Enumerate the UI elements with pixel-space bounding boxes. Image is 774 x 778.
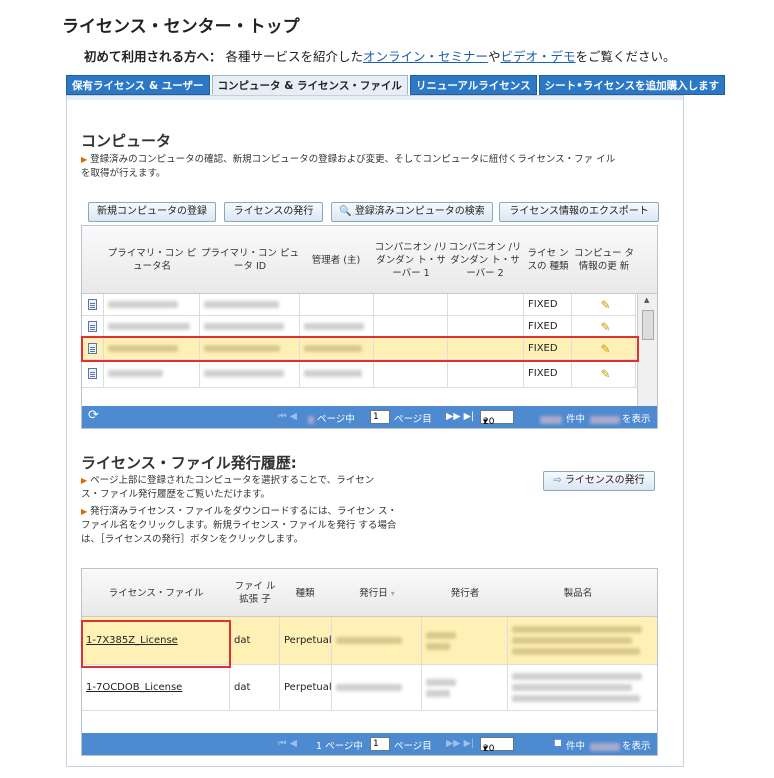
table-row[interactable]: FIXED ✎ [82, 294, 657, 316]
computers-heading: コンピュータ [81, 132, 172, 150]
search-computers-button[interactable]: 🔍 登録済みコンピュータの検索 [331, 202, 493, 222]
col-file-ext[interactable]: ファイ ル拡張 子 [230, 569, 280, 617]
col-admin[interactable]: 管理者 (主) [300, 226, 372, 294]
first-page-icon[interactable]: ⏮ ◀ [278, 411, 297, 422]
computers-table: プライマリ・コン ピュータ名 プライマリ・コン ピュータ ID 管理者 (主) … [81, 225, 658, 429]
col-product[interactable]: 製品名 [508, 569, 648, 617]
first-page-icon[interactable]: ⏮ ◀ [278, 738, 297, 749]
history-heading: ライセンス・ファイル発行履歴: [81, 454, 297, 472]
edit-pencil-icon[interactable]: ✎ [600, 367, 610, 381]
register-computer-button[interactable]: 新規コンピュータの登録 [88, 202, 216, 222]
next-page-icon[interactable]: ▶▶ ▶| [446, 411, 474, 422]
issue-license-button-2[interactable]: ⇨ ライセンスの発行 [543, 471, 655, 491]
sort-icon: ▾ [390, 588, 395, 598]
main-panel: コンピュータ ▶ 登録済みのコンピュータの確認、新規コンピュータの登録および変更、… [66, 95, 684, 767]
video-demo-link[interactable]: ビデオ・デモ [501, 49, 576, 64]
table-row[interactable]: FIXED ✎ [82, 360, 657, 388]
per-page-select[interactable]: 20 ▾ [480, 737, 514, 754]
table-row[interactable]: FIXED ✎ [82, 316, 657, 338]
page-number-input[interactable]: 1 [370, 737, 390, 751]
col-license-file[interactable]: ライセンス・ファイル [82, 569, 230, 617]
history-description-2: ▶ 発行済みライセンス・ファイルをダウンロードするには、ライセン ス・ファイル名を… [81, 506, 397, 545]
vertical-scrollbar[interactable]: ▲ [637, 294, 657, 410]
tab-add-seats[interactable]: シート•ライセンスを追加購入します [538, 75, 726, 95]
col-issuer[interactable]: 発行者 [422, 569, 508, 617]
col-companion-2[interactable]: コンパニオン /リダンダン ト・サーバー 2 [448, 226, 522, 294]
col-kind[interactable]: 種類 [280, 569, 330, 617]
document-icon[interactable] [88, 299, 97, 310]
col-license-type[interactable]: ライセ ンスの 種類 [524, 226, 572, 294]
export-license-info-button[interactable]: ライセンス情報のエクスポート [499, 202, 659, 222]
history-description-1: ▶ ページ上部に登録されたコンピュータを選択することで、ライセン ス・ファイル発行… [81, 475, 375, 500]
scroll-thumb[interactable] [642, 310, 654, 340]
computers-description: ▶ 登録済みのコンピュータの確認、新規コンピュータの登録および変更、そしてコンピュ… [81, 154, 616, 179]
tab-licenses-users[interactable]: 保有ライセンス & ユーザー [66, 75, 210, 95]
computers-pager: ⟳ ⏮ ◀ ページ中 1 ページ目 ▶▶ ▶| 20 ▾ 件中 を表示 [82, 406, 657, 428]
col-primary-name[interactable]: プライマリ・コン ピュータ名 [104, 226, 200, 294]
page-title: ライセンス・センター・トップ [62, 17, 300, 37]
selected-file-highlight [81, 620, 231, 668]
page-number-input[interactable]: 1 [370, 410, 390, 424]
document-icon[interactable] [88, 321, 97, 332]
edit-pencil-icon[interactable]: ✎ [600, 320, 610, 334]
col-update[interactable]: コンピュー タ情報の更 新 [572, 226, 636, 294]
issue-icon: ⇨ [553, 475, 562, 486]
history-pager: ⏮ ◀ 1 ページ中 1 ページ目 ▶▶ ▶| 20 ▾ ■ 件中 を表示 [82, 733, 657, 755]
online-seminar-link[interactable]: オンライン・セミナー [363, 49, 488, 64]
refresh-icon[interactable]: ⟳ [88, 408, 99, 423]
chevron-down-icon: ▾ [483, 417, 488, 427]
tab-renewal[interactable]: リニューアルライセンス [409, 75, 537, 95]
table-row[interactable]: 1-7OCDOB_License dat Perpetual [82, 665, 657, 711]
search-icon: 🔍 [339, 206, 352, 217]
per-page-select[interactable]: 20 ▾ [480, 410, 514, 427]
next-page-icon[interactable]: ▶▶ ▶| [446, 738, 474, 749]
edit-pencil-icon[interactable]: ✎ [600, 298, 610, 312]
issue-license-button[interactable]: ライセンスの発行 [224, 202, 323, 222]
tab-computers-files[interactable]: コンピュータ & ライセンス・ファイル [211, 75, 408, 95]
tab-bar: 保有ライセンス & ユーザー コンピュータ & ライセンス・ファイル リニューア… [66, 75, 726, 95]
document-icon[interactable] [88, 368, 97, 379]
selected-row-highlight [81, 336, 639, 362]
col-primary-id[interactable]: プライマリ・コン ピュータ ID [200, 226, 300, 294]
license-file-link[interactable]: 1-7OCDOB_License [86, 682, 182, 693]
intro-text: 初めて利用される方へ： 各種サービスを紹介したオンライン・セミナーやビデオ・デモ… [84, 49, 676, 64]
col-issue-date[interactable]: 発行日 ▾ [332, 569, 422, 617]
scroll-up-icon[interactable]: ▲ [644, 296, 649, 304]
page-indicator-icon: ■ [554, 738, 562, 747]
chevron-down-icon: ▾ [483, 744, 488, 754]
col-companion-1[interactable]: コンパニオン /リダンダン ト・サーバー 1 [374, 226, 448, 294]
